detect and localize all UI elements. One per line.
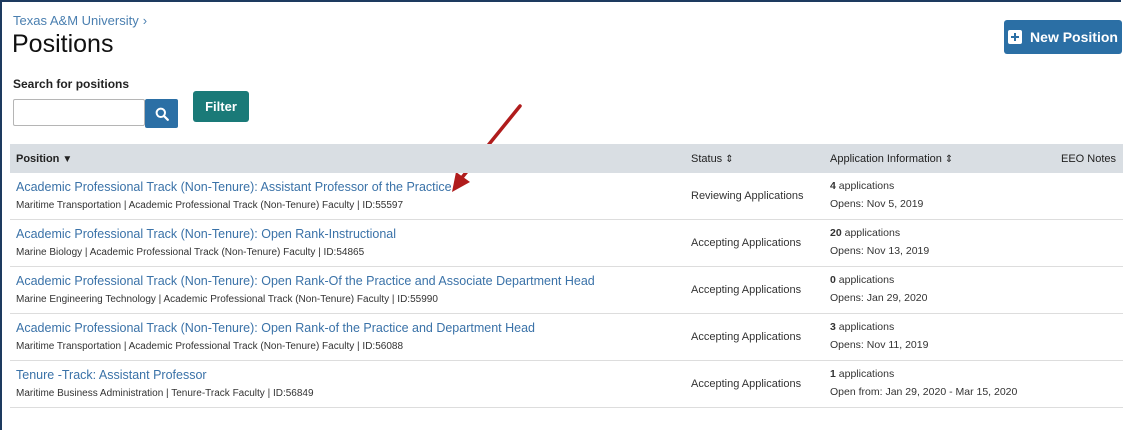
new-position-button[interactable]: New Position [1004, 20, 1122, 54]
search-icon [155, 107, 169, 121]
applications-count: 1 applications [830, 368, 895, 380]
opens-date: Opens: Jan 29, 2020 [830, 292, 928, 304]
position-meta: Maritime Transportation | Academic Profe… [16, 200, 404, 211]
sort-caret-down-icon: ▼ [62, 154, 73, 165]
page-frame: Texas A&M University › Positions New Posi… [0, 0, 1123, 430]
filter-button[interactable]: Filter [193, 91, 249, 122]
position-title-link[interactable]: Academic Professional Track (Non-Tenure)… [16, 321, 535, 335]
sort-updown-icon: ⇕ [725, 154, 734, 165]
column-header-app-label: Application Information [830, 153, 942, 165]
position-title-link[interactable]: Academic Professional Track (Non-Tenure)… [16, 227, 396, 241]
page-title: Positions [12, 30, 114, 58]
position-meta: Maritime Transportation | Academic Profe… [16, 341, 404, 352]
column-header-position[interactable]: Position ▼ [16, 153, 72, 165]
column-header-application-info[interactable]: Application Information ⇕ [830, 153, 953, 165]
status-text: Accepting Applications [691, 237, 802, 249]
new-position-label: New Position [1030, 29, 1118, 45]
position-meta: Maritime Business Administration | Tenur… [16, 388, 314, 399]
position-title-link[interactable]: Academic Professional Track (Non-Tenure)… [16, 274, 595, 288]
table-row: Academic Professional Track (Non-Tenure)… [10, 314, 1123, 361]
breadcrumb-separator: › [142, 13, 148, 28]
column-header-status-label: Status [691, 153, 723, 165]
column-header-status[interactable]: Status ⇕ [691, 153, 734, 165]
plus-icon [1008, 30, 1023, 44]
status-text: Accepting Applications [691, 378, 802, 390]
breadcrumb: Texas A&M University › [13, 13, 147, 28]
table-row: Academic Professional Track (Non-Tenure)… [10, 173, 1123, 220]
opens-date: Opens: Nov 5, 2019 [830, 198, 924, 210]
status-text: Accepting Applications [691, 331, 802, 343]
applications-count: 0 applications [830, 274, 895, 286]
opens-date: Opens: Nov 13, 2019 [830, 245, 930, 257]
status-text: Reviewing Applications [691, 190, 804, 202]
applications-count: 20 applications [830, 227, 901, 239]
table-header: Position ▼ Status ⇕ Application Informatio… [10, 144, 1123, 173]
status-text: Accepting Applications [691, 284, 802, 296]
search-input[interactable] [13, 99, 145, 126]
opens-date: Opens: Nov 11, 2019 [830, 339, 929, 351]
opens-date: Open from: Jan 29, 2020 - Mar 15, 2020 [830, 386, 1018, 398]
applications-count: 3 applications [830, 321, 895, 333]
sort-updown-icon: ⇕ [944, 154, 954, 165]
search-label: Search for positions [13, 77, 130, 91]
position-meta: Marine Engineering Technology | Academic… [16, 294, 438, 305]
breadcrumb-link-org[interactable]: Texas A&M University [13, 13, 139, 28]
column-header-position-label: Position [16, 153, 60, 165]
table-row: Tenure -Track: Assistant Professor Marit… [10, 361, 1123, 408]
search-button[interactable] [145, 99, 178, 128]
position-title-link[interactable]: Tenure -Track: Assistant Professor [16, 368, 207, 382]
position-title-link[interactable]: Academic Professional Track (Non-Tenure)… [16, 180, 452, 194]
position-meta: Marine Biology | Academic Professional T… [16, 247, 365, 258]
table-row: Academic Professional Track (Non-Tenure)… [10, 220, 1123, 267]
column-header-eeo-notes: EEO Notes [1061, 153, 1117, 165]
applications-count: 4 applications [830, 180, 895, 192]
table-row: Academic Professional Track (Non-Tenure)… [10, 267, 1123, 314]
